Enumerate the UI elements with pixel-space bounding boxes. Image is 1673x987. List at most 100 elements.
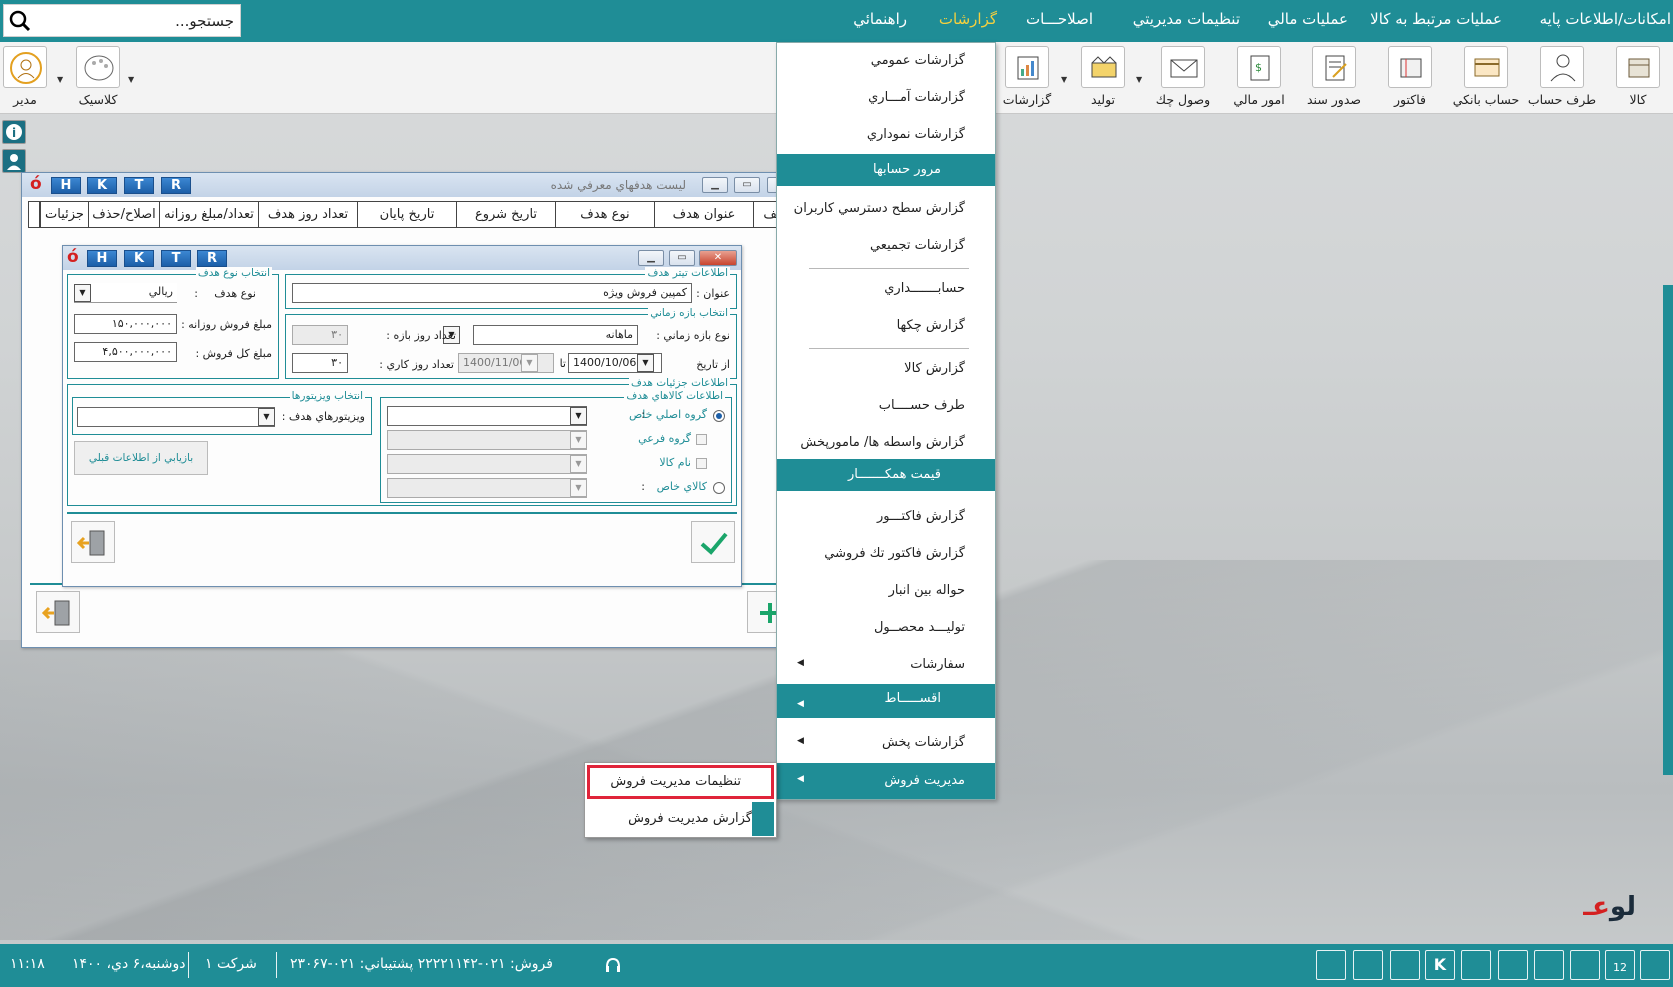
menu-basic-info[interactable]: امکانات/اطلاعات پایه bbox=[1540, 10, 1671, 28]
radio-main-group[interactable] bbox=[713, 410, 725, 422]
admin-user-button[interactable]: مدير bbox=[0, 46, 60, 112]
column-header-goal-title[interactable]: عنوان هدف bbox=[654, 201, 754, 228]
hotkey-k-button[interactable]: K bbox=[124, 250, 154, 267]
info-icon[interactable]: i bbox=[2, 120, 26, 144]
bank-account-button[interactable]: حساب بانکي bbox=[1451, 46, 1521, 112]
share-icon[interactable] bbox=[1534, 950, 1564, 980]
column-header-details[interactable]: جزئيات bbox=[40, 201, 89, 228]
hotkey-r-button[interactable]: R bbox=[161, 177, 191, 194]
visitor-dropdown[interactable]: ▼ bbox=[258, 408, 275, 426]
menu-help[interactable]: راهنمائي bbox=[853, 10, 907, 28]
menu-item-partner-price[interactable]: قيمت همکـــــــار bbox=[777, 459, 995, 491]
classic-theme-dropdown[interactable]: ▼ bbox=[128, 75, 134, 84]
menu-item-access-level-report[interactable]: گزارش سطح دسترسي کاربران bbox=[777, 191, 995, 227]
right-edge-scroll-bar[interactable] bbox=[1663, 285, 1673, 775]
daily-sales-input[interactable]: ۱۵۰,۰۰۰,۰۰۰ bbox=[74, 314, 177, 334]
account-party-button[interactable]: طرف حساب bbox=[1527, 46, 1597, 112]
hotkey-r-button[interactable]: R bbox=[197, 250, 227, 267]
goods-button[interactable]: کالا bbox=[1603, 46, 1673, 112]
reports-button[interactable]: گزارشات bbox=[992, 46, 1062, 112]
maximize-button[interactable]: ▭ bbox=[734, 177, 760, 193]
hotkey-t-button[interactable]: T bbox=[161, 250, 191, 267]
k-shortcut-icon[interactable]: K bbox=[1425, 950, 1455, 980]
hotkey-h-button[interactable]: H bbox=[51, 177, 81, 194]
search-input[interactable]: جستجو... bbox=[175, 12, 234, 30]
calendar-grid-icon[interactable] bbox=[1640, 950, 1670, 980]
confirm-button[interactable] bbox=[691, 521, 735, 563]
minimize-button[interactable]: ▁ bbox=[638, 250, 664, 266]
search-box[interactable]: جستجو... bbox=[3, 4, 241, 37]
restore-previous-button[interactable]: بازيابي از اطلاعات قبلي bbox=[74, 441, 208, 475]
main-group-select[interactable] bbox=[387, 406, 587, 426]
issue-document-button[interactable]: صدور سند bbox=[1299, 46, 1369, 112]
check-receipt-button[interactable]: وصول چك bbox=[1148, 46, 1218, 112]
menu-item-statistical-reports[interactable]: گزارشات آمـــاري bbox=[777, 80, 995, 116]
production-button[interactable]: توليد bbox=[1068, 46, 1138, 112]
column-header-goal-type[interactable]: نوع هدف bbox=[555, 201, 655, 228]
submenu-item-sales-management-settings[interactable]: تنظيمات مديريت فروش bbox=[587, 765, 774, 799]
financial-affairs-button[interactable]: $ امور مالي bbox=[1224, 46, 1294, 112]
workdays-input[interactable]: ۳۰ bbox=[292, 353, 348, 373]
menu-item-product-production[interactable]: توليـــد محصــول bbox=[777, 610, 995, 646]
hotkey-k-button[interactable]: K bbox=[87, 177, 117, 194]
hotkey-h-button[interactable]: H bbox=[87, 250, 117, 267]
menu-item-account-party[interactable]: طرف حســــاب bbox=[777, 388, 995, 424]
search-icon[interactable] bbox=[9, 10, 31, 32]
column-header-edit-delete[interactable]: اصلاح/حذف bbox=[88, 201, 160, 228]
column-header-goal-days[interactable]: تعداد روز هدف bbox=[258, 201, 358, 228]
from-date-dropdown[interactable]: ▼ bbox=[637, 354, 654, 372]
menu-reports[interactable]: گزارشات bbox=[939, 10, 997, 28]
menu-item-warehouse-transfer[interactable]: حواله بين انبار bbox=[777, 573, 995, 609]
menu-item-general-reports[interactable]: گزارشات عمومي bbox=[777, 43, 995, 79]
total-sales-input[interactable]: ۴,۵۰۰,۰۰۰,۰۰۰ bbox=[74, 342, 177, 362]
menu-item-distribution-reports[interactable]: گزارشات پخش bbox=[777, 725, 995, 761]
menu-item-orders[interactable]: سفارشات bbox=[777, 647, 995, 683]
radio-special-goods[interactable] bbox=[713, 482, 725, 494]
calculator-icon[interactable] bbox=[1461, 950, 1491, 980]
check-goods-name[interactable] bbox=[696, 458, 707, 469]
note-icon[interactable] bbox=[1498, 950, 1528, 980]
close-button[interactable]: ✕ bbox=[699, 250, 737, 266]
divider bbox=[67, 512, 737, 514]
menu-financial-ops[interactable]: عملیات مالي bbox=[1268, 10, 1348, 28]
exit-button[interactable] bbox=[36, 591, 80, 633]
goal-form-window: ó H K T R ▁ ▭ ✕ اطلاعات تيتر هدف عنوان :… bbox=[62, 245, 742, 587]
menu-management-settings[interactable]: تنظيمات مديريتي bbox=[1133, 10, 1240, 28]
goal-type-dropdown[interactable]: ▼ bbox=[74, 284, 91, 302]
menu-item-chart-reports[interactable]: گزارشات نموداري bbox=[777, 117, 995, 153]
menu-item-installments[interactable]: اقســـــاط bbox=[777, 684, 995, 718]
calendar-12-icon[interactable]: 12 bbox=[1605, 950, 1635, 980]
menu-corrections[interactable]: اصلاحـــات bbox=[1026, 10, 1093, 28]
column-header-start-date[interactable]: تاريخ شروع bbox=[456, 201, 556, 228]
maximize-button[interactable]: ▭ bbox=[669, 250, 695, 266]
calendar-person-icon[interactable] bbox=[1353, 950, 1383, 980]
menu-item-sales-management[interactable]: مديريت فروش bbox=[777, 763, 995, 799]
exit-form-button[interactable] bbox=[71, 521, 115, 563]
submenu-item-sales-management-report[interactable]: گزارش مديريت فروش bbox=[587, 802, 774, 836]
menu-item-goods-report[interactable]: گزارش کالا bbox=[777, 351, 995, 387]
menu-item-aggregate-reports[interactable]: گزارشات تجميعي bbox=[777, 228, 995, 264]
classic-theme-button[interactable]: کلاسيک bbox=[63, 46, 133, 112]
menu-item-accounts-review[interactable]: مرور حسابها bbox=[777, 154, 995, 186]
user-profile-icon[interactable] bbox=[2, 149, 26, 173]
menu-item-invoice-report[interactable]: گزارش فاکتـــور bbox=[777, 499, 995, 535]
receipt-icon[interactable] bbox=[1316, 950, 1346, 980]
invoice-button[interactable]: فاکتور bbox=[1375, 46, 1445, 112]
check-sub-group[interactable] bbox=[696, 434, 707, 445]
hotkey-t-button[interactable]: T bbox=[124, 177, 154, 194]
main-group-dropdown[interactable]: ▼ bbox=[570, 407, 587, 425]
period-type-select[interactable]: ماهانه bbox=[473, 325, 638, 345]
menu-goods-ops[interactable]: عملیات مرتبط به کالا bbox=[1370, 10, 1502, 28]
admin-user-dropdown[interactable]: ▼ bbox=[57, 75, 63, 84]
menu-item-accounting[interactable]: حسابـــــــداري bbox=[777, 271, 995, 307]
gauge-icon[interactable] bbox=[1570, 950, 1600, 980]
menu-item-single-sale-invoice[interactable]: گزارش فاکتور تك فروشي bbox=[777, 536, 995, 572]
column-header-daily-amount[interactable]: تعداد/مبلغ روزانه bbox=[159, 201, 259, 228]
column-header-end-date[interactable]: تاريخ پايان bbox=[357, 201, 457, 228]
menu-item-checks-report[interactable]: گزارش چکها bbox=[777, 308, 995, 344]
menu-item-intermediary-report[interactable]: گزارش واسطه ها/ مامورپخش bbox=[777, 425, 995, 461]
minimize-button[interactable]: ▁ bbox=[702, 177, 728, 193]
phone-icon[interactable] bbox=[1390, 950, 1420, 980]
goal-title-input[interactable]: کمپين فروش ويژه bbox=[292, 283, 692, 303]
visitor-select[interactable] bbox=[77, 407, 275, 427]
